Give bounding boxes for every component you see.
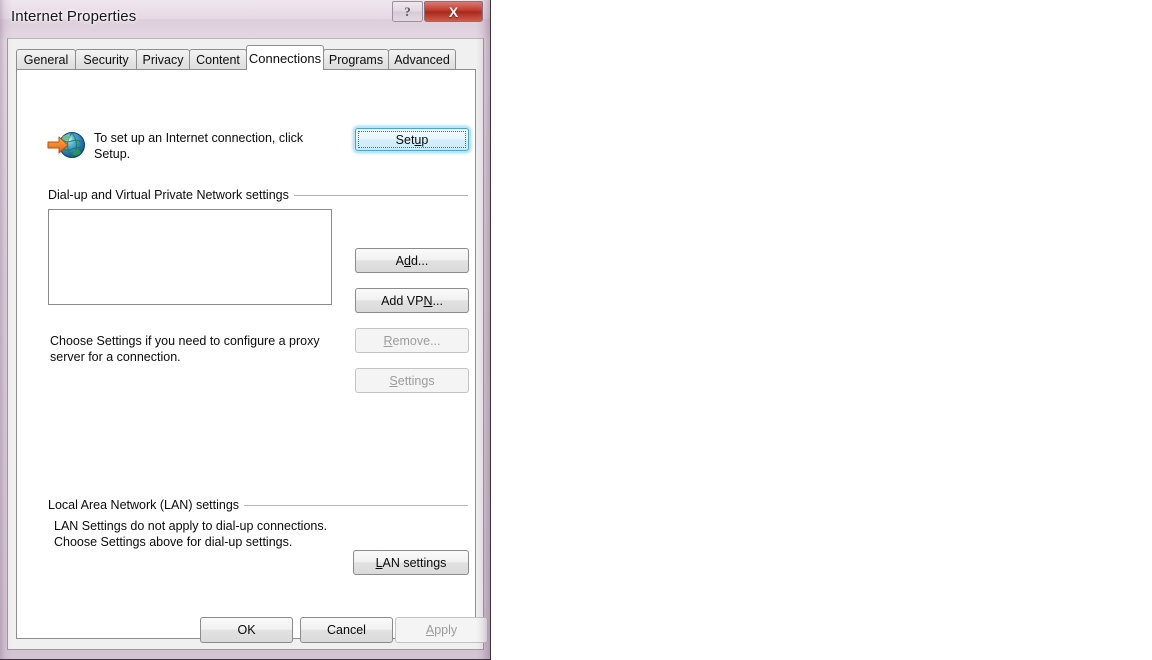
tab-privacy[interactable]: Privacy <box>136 49 190 70</box>
add-button[interactable]: Add... <box>355 248 469 273</box>
add-vpn-button-label: Add VPN... <box>381 293 443 308</box>
tab-general-label: General <box>23 53 69 67</box>
help-button[interactable]: ? <box>392 1 423 22</box>
lan-settings-button[interactable]: LAN settings <box>353 550 469 575</box>
globe-with-arrow-icon <box>47 128 87 162</box>
tab-general[interactable]: General <box>16 49 76 70</box>
remove-button: Remove... <box>355 328 469 353</box>
tab-programs-label: Programs <box>328 53 384 67</box>
setup-button[interactable]: Setup <box>355 128 469 151</box>
lan-hint-text: LAN Settings do not apply to dial-up con… <box>54 519 328 549</box>
apply-button: Apply <box>395 617 488 643</box>
tab-advanced-label: Advanced <box>394 53 450 67</box>
title-bar[interactable]: Internet Properties ? X <box>0 0 490 38</box>
close-button[interactable]: X <box>424 1 483 22</box>
connections-tab-page: To set up an Internet connection, click … <box>16 69 476 639</box>
tab-programs[interactable]: Programs <box>323 49 389 70</box>
window-title: Internet Properties <box>11 8 137 25</box>
apply-button-label: Apply <box>425 623 458 637</box>
tab-connections-label: Connections <box>248 50 322 66</box>
focus-rectangle <box>358 131 466 148</box>
add-vpn-button[interactable]: Add VPN... <box>355 288 469 313</box>
settings-button: Settings <box>355 368 469 393</box>
cancel-button-label: Cancel <box>327 623 366 637</box>
connections-listbox[interactable] <box>48 209 332 305</box>
ok-button-label: OK <box>237 623 256 637</box>
tab-content-label: Content <box>196 53 240 67</box>
proxy-hint-text: Choose Settings if you need to configure… <box>50 334 320 364</box>
tab-privacy-label: Privacy <box>142 53 184 67</box>
help-icon: ? <box>404 3 411 19</box>
internet-properties-window: Internet Properties ? X General Security P… <box>0 0 491 660</box>
tab-security-label: Security <box>83 53 129 67</box>
settings-button-label: Settings <box>389 373 435 388</box>
setup-description: To set up an Internet connection, click … <box>94 131 304 161</box>
ok-button[interactable]: OK <box>200 617 293 643</box>
tab-connections[interactable]: Connections <box>246 45 324 70</box>
lan-group-label: Local Area Network (LAN) settings <box>48 498 245 512</box>
cancel-button[interactable]: Cancel <box>300 617 393 643</box>
tab-strip: General Security Privacy Content Connections… <box>16 45 476 70</box>
remove-button-label: Remove... <box>383 333 441 348</box>
tab-content[interactable]: Content <box>189 49 247 70</box>
tab-advanced[interactable]: Advanced <box>388 49 456 70</box>
close-icon: X <box>448 3 459 20</box>
dialup-group-label: Dial-up and Virtual Private Network sett… <box>48 188 294 202</box>
lan-settings-button-label: LAN settings <box>375 555 447 570</box>
tab-security[interactable]: Security <box>75 49 137 70</box>
dialog-client-area: General Security Privacy Content Connections… <box>7 38 488 650</box>
add-button-label: Add... <box>395 253 429 268</box>
